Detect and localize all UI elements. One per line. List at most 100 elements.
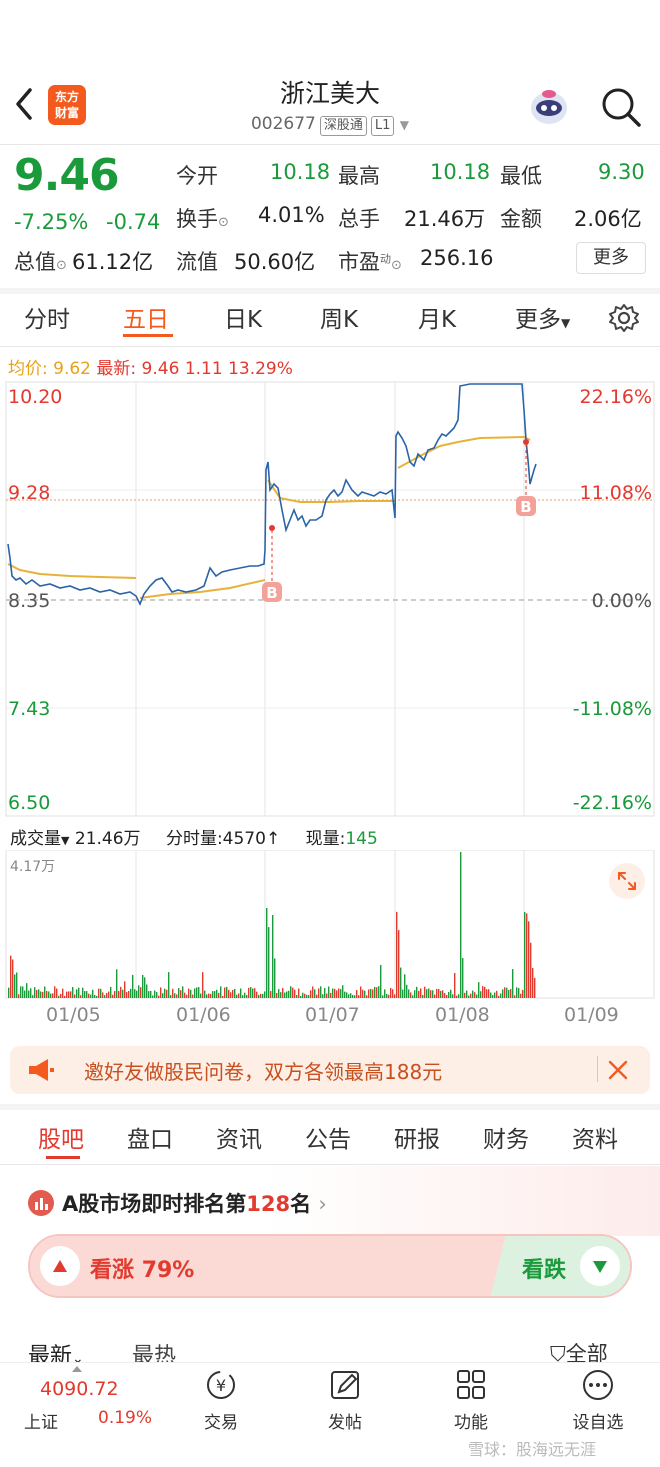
volume-bars [8, 852, 536, 998]
tab-announcements[interactable]: 公告 [305, 1120, 351, 1154]
tab-monthly-k[interactable]: 月K [418, 300, 456, 334]
buy-marker-text: B [266, 584, 277, 602]
volume-bar [16, 972, 18, 998]
volume-legend[interactable]: 成交量▼ 21.46万 分时量:4570↑ 现量:145 [10, 824, 378, 849]
back-arrow-icon[interactable] [10, 84, 40, 124]
avg-price-line [7, 435, 531, 599]
expand-icon[interactable] [608, 862, 646, 900]
volume-bar [92, 989, 94, 998]
tab-five-day[interactable]: 五日 [123, 300, 169, 334]
volume-bar [108, 991, 110, 998]
search-icon[interactable] [598, 84, 644, 130]
volume-bar [320, 986, 322, 998]
tab-financials[interactable]: 财务 [483, 1120, 529, 1154]
bullish-button[interactable] [40, 1246, 80, 1286]
robot-assistant-icon[interactable] [526, 84, 572, 128]
volume-bar [120, 986, 122, 998]
triangle-down-icon [593, 1261, 607, 1273]
stock-code-line[interactable]: 002677 深股通 L1 ▼ [200, 114, 460, 136]
volume-bar [106, 992, 108, 998]
volume-bar [222, 995, 224, 998]
gear-icon[interactable] [608, 302, 640, 334]
nav-add-watchlist[interactable]: 设自选 [566, 1368, 630, 1433]
volume-bar [66, 991, 68, 998]
pe-sup: 动 [380, 252, 391, 266]
tab-research[interactable]: 研报 [394, 1120, 440, 1154]
tab-profile[interactable]: 资料 [572, 1120, 618, 1154]
market-cap-row: 总值⊙ 61.12亿 [14, 246, 153, 276]
tab-forum[interactable]: 股吧 [38, 1120, 84, 1154]
bearish-button[interactable] [580, 1246, 620, 1286]
tab-orderbook[interactable]: 盘口 [127, 1120, 173, 1154]
volume-bar [90, 994, 92, 998]
volume-bar [302, 992, 304, 998]
caret-down-icon: ▼ [61, 834, 70, 847]
tab-more[interactable]: 更多▼ [515, 300, 570, 334]
volume-bar [280, 992, 282, 998]
volume-bar [322, 994, 324, 998]
volume-bar [446, 995, 448, 998]
volume-bar [494, 992, 496, 998]
volume-bar [438, 989, 440, 998]
nav-trade[interactable]: ¥ 交易 [194, 1368, 248, 1433]
date-label: 01/09 [564, 1004, 619, 1026]
volume-bar [412, 995, 414, 998]
volume-bar [440, 990, 442, 998]
volume-bar [450, 989, 452, 998]
volume-bar [40, 991, 42, 998]
yuan-icon: ¥ [207, 1371, 235, 1399]
app-logo: 东方 财富 [48, 85, 86, 125]
volume-bar [220, 986, 222, 998]
tab-weekly-k[interactable]: 周K [320, 300, 358, 334]
tab-intraday[interactable]: 分时 [24, 300, 70, 334]
volume-bar [154, 990, 156, 998]
volume-bar [202, 972, 204, 998]
volume-bar [240, 988, 242, 998]
price-chart[interactable]: B B [0, 380, 660, 820]
float-cap-value: 50.60亿 [234, 250, 316, 274]
volume-bar [118, 991, 120, 998]
volume-bar [30, 988, 32, 998]
index-value[interactable]: 4090.72 [40, 1378, 119, 1400]
arrow-up-icon: ↑ [265, 829, 281, 849]
axis-right-label: 11.08% [579, 482, 652, 504]
volume-bar [32, 995, 34, 998]
volume-bar [364, 990, 366, 998]
volume-bar [150, 990, 152, 998]
megaphone-icon [29, 1059, 54, 1081]
volume-bar [158, 995, 160, 998]
header-divider [0, 144, 660, 145]
volume-bar [348, 994, 350, 998]
volume-bar [206, 994, 208, 998]
latest-label: 最新: [96, 359, 137, 379]
tab-news[interactable]: 资讯 [216, 1120, 262, 1154]
volume-bar [96, 995, 98, 998]
more-button[interactable]: 更多 [576, 242, 646, 274]
volume-bar [338, 988, 340, 998]
level-tag: L1 [370, 116, 395, 136]
volume-bar [314, 989, 316, 998]
volume-bar [198, 987, 200, 998]
volume-bar [196, 987, 198, 998]
market-cap-label: 总值 [14, 250, 56, 274]
close-icon[interactable] [606, 1058, 630, 1082]
nav-functions[interactable]: 功能 [444, 1368, 498, 1433]
volume-chart[interactable] [0, 850, 660, 1000]
volume-bar [122, 989, 124, 998]
volume-bar [214, 991, 216, 998]
volume-bar [286, 991, 288, 998]
axis-right-label: -11.08% [572, 698, 652, 720]
section-gap [0, 288, 660, 294]
tab-daily-k[interactable]: 日K [224, 300, 262, 334]
volume-bar [426, 989, 428, 998]
rank-text[interactable]: A股市场即时排名第128名 › [62, 1188, 327, 1218]
nav-post[interactable]: 发帖 [318, 1368, 372, 1433]
promo-banner-text: 邀好友做股民问卷，双方各领最高188元 [84, 1060, 443, 1084]
volume-bar [234, 988, 236, 998]
volume-bar [498, 995, 500, 998]
volume-bar [38, 989, 40, 998]
volume-bar [26, 983, 28, 998]
nav-functions-label: 功能 [454, 1413, 488, 1433]
grid-apps-icon [457, 1370, 485, 1399]
volume-bar [184, 992, 186, 998]
